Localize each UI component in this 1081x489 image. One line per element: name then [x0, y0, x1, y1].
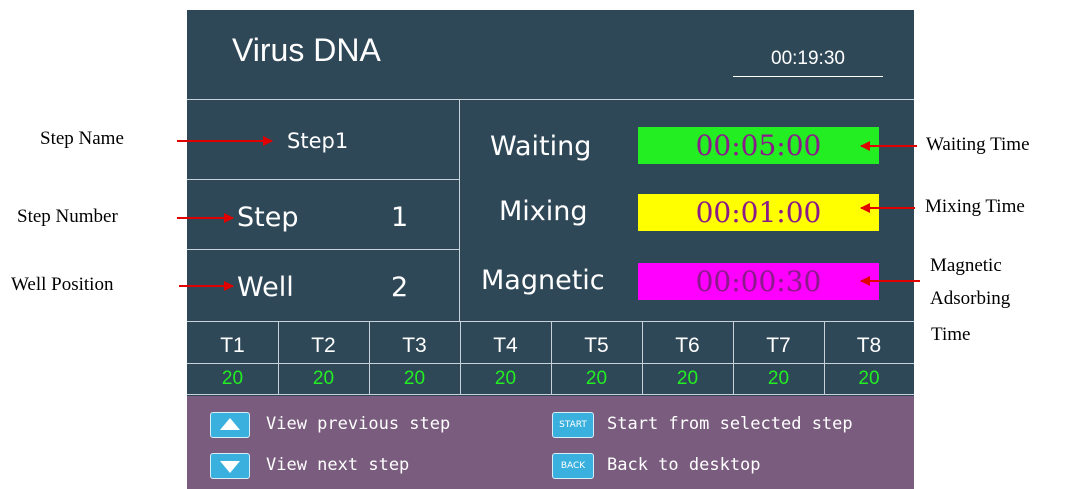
- annotation-magnetic-line1: Magnetic: [930, 255, 1002, 276]
- temp-header-t2: T2: [311, 334, 336, 357]
- next-step-hint: View next step: [266, 455, 410, 475]
- divider: [824, 321, 825, 394]
- divider: [187, 394, 914, 395]
- temp-header-t1: T1: [220, 334, 245, 357]
- temp-header-t4: T4: [493, 334, 518, 357]
- divider: [642, 321, 643, 394]
- mixing-label: Mixing: [499, 196, 588, 227]
- divider: [278, 321, 279, 394]
- up-arrow-icon: [220, 418, 240, 430]
- temp-value-t6: 20: [676, 368, 699, 389]
- temp-value-t8: 20: [858, 368, 880, 389]
- down-arrow-icon: [220, 461, 240, 473]
- step-label: Step: [237, 202, 299, 233]
- program-title: Virus DNA: [232, 32, 381, 68]
- temp-header-t7: T7: [766, 334, 791, 357]
- temp-header-t3: T3: [402, 334, 427, 357]
- waiting-label: Waiting: [490, 131, 592, 162]
- divider: [187, 99, 914, 100]
- divider: [460, 321, 461, 394]
- temp-header-t5: T5: [584, 334, 609, 357]
- device-screen: Virus DNA 00:19:30 Step1 Step 1 Well 2 W…: [187, 10, 914, 396]
- temp-value-t7: 20: [767, 368, 790, 389]
- divider: [187, 179, 459, 180]
- temp-header-t8: T8: [856, 334, 882, 357]
- magnetic-time-box[interactable]: 00:00:30: [638, 263, 879, 300]
- mixing-time-box[interactable]: 00:01:00: [638, 194, 879, 231]
- temp-value-t1: 20: [221, 368, 244, 389]
- divider: [369, 321, 370, 394]
- down-key[interactable]: [210, 453, 250, 479]
- temp-header-t6: T6: [675, 334, 700, 357]
- temp-value-t2: 20: [312, 368, 335, 389]
- temp-value-t3: 20: [403, 368, 426, 389]
- annotation-step-number: Step Number: [17, 206, 118, 227]
- total-time: 00:19:30: [733, 48, 883, 77]
- back-key[interactable]: BACK: [552, 453, 594, 479]
- annotation-waiting-time: Waiting Time: [926, 134, 1030, 155]
- annotation-magnetic-line2: Adsorbing: [930, 288, 1011, 309]
- step-name[interactable]: Step1: [287, 129, 348, 153]
- annotation-well-position: Well Position: [11, 274, 114, 295]
- well-number[interactable]: 2: [391, 272, 408, 303]
- magnetic-label: Magnetic: [481, 265, 605, 296]
- divider: [733, 321, 734, 394]
- annotation-magnetic-line3: Time: [931, 324, 971, 345]
- up-key[interactable]: [210, 412, 250, 438]
- divider: [187, 249, 459, 250]
- footer-bar: View previous step View next step START …: [187, 396, 914, 489]
- annotation-mixing-time: Mixing Time: [925, 196, 1025, 217]
- divider: [551, 321, 552, 394]
- start-hint: Start from selected step: [607, 414, 853, 434]
- waiting-time-box[interactable]: 00:05:00: [638, 127, 879, 164]
- divider: [459, 99, 460, 321]
- back-hint: Back to desktop: [607, 455, 761, 475]
- annotation-step-name: Step Name: [40, 128, 124, 149]
- well-label: Well: [237, 272, 294, 303]
- temp-value-t4: 20: [494, 368, 517, 389]
- temp-value-t5: 20: [585, 368, 608, 389]
- prev-step-hint: View previous step: [266, 414, 451, 434]
- start-key[interactable]: START: [552, 412, 594, 438]
- step-number[interactable]: 1: [391, 202, 408, 233]
